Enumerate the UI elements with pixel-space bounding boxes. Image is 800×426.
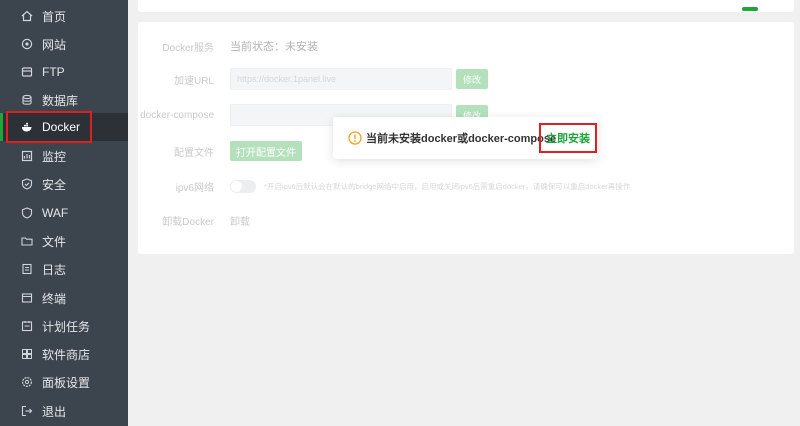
row-mirror-url: 加速URL https://docker.1panel.live 修改	[138, 67, 794, 91]
sidebar-item-home[interactable]: 首页	[0, 2, 128, 30]
sidebar-item-label: 监控	[42, 149, 67, 164]
docker-status-text: 当前状态：未安装	[230, 41, 318, 53]
sidebar-item-website[interactable]: 网站	[0, 30, 128, 58]
ipv6-toggle[interactable]	[230, 179, 256, 193]
uninstall-link[interactable]: 卸载	[230, 213, 250, 228]
ipv6-hint: *开启ipv6后默认会在默认的bridge网络中启用，启用或关闭ipv6后需重启…	[264, 181, 631, 191]
popup-message: 当前未安装docker或docker-compose	[366, 133, 557, 145]
sidebar-item-docker[interactable]: Docker	[0, 113, 128, 141]
sidebar-item-files[interactable]: 文件	[0, 227, 128, 255]
sidebar-item-label: 软件商店	[42, 347, 91, 362]
sidebar-item-label: FTP	[42, 65, 65, 79]
open-config-button[interactable]: 打开配置文件	[230, 141, 302, 161]
mirror-modify-button[interactable]: 修改	[456, 69, 489, 89]
sidebar-item-label: 首页	[42, 9, 67, 24]
sidebar-item-label: Docker	[42, 120, 81, 134]
schedule-icon	[20, 319, 34, 333]
row-uninstall: 卸载Docker 卸载	[138, 208, 794, 232]
row-docker-service: Docker服务 当前状态：未安装	[138, 34, 794, 58]
docker-icon	[20, 120, 34, 134]
logout-icon	[20, 404, 34, 418]
docker-service-label: Docker服务	[162, 42, 214, 54]
sidebar-item-label: 计划任务	[42, 319, 91, 334]
mirror-url-label: 加速URL	[173, 75, 214, 87]
warning-icon	[348, 131, 362, 145]
globe-icon	[20, 37, 34, 51]
sidebar-item-database[interactable]: 数据库	[0, 86, 128, 114]
compose-label: docker-compose	[140, 109, 214, 121]
sidebar: 首页 网站 FTP 数据库 Docker 监控 安全 WAF 文件 日志 终端 …	[0, 0, 128, 426]
folder-icon	[20, 234, 34, 248]
mirror-url-input[interactable]: https://docker.1panel.live	[230, 68, 452, 90]
sidebar-item-label: 日志	[42, 262, 67, 277]
sidebar-item-logs[interactable]: 日志	[0, 255, 128, 283]
green-indicator	[742, 7, 758, 11]
sidebar-item-label: 安全	[42, 177, 67, 192]
sidebar-item-cron[interactable]: 计划任务	[0, 312, 128, 340]
sidebar-item-monitor[interactable]: 监控	[0, 142, 128, 170]
settings-icon	[20, 375, 34, 389]
sidebar-item-label: 终端	[42, 291, 67, 306]
uninstall-label: 卸载Docker	[162, 216, 214, 228]
not-installed-popup: 当前未安装docker或docker-compose 立即安装	[333, 117, 597, 159]
sidebar-item-ftp[interactable]: FTP	[0, 58, 128, 86]
row-ipv6: ipv6网络 *开启ipv6后默认会在默认的bridge网络中启用，启用或关闭i…	[138, 174, 794, 198]
sidebar-item-logout[interactable]: 退出	[0, 397, 128, 425]
sidebar-item-store[interactable]: 软件商店	[0, 340, 128, 368]
sidebar-item-security[interactable]: 安全	[0, 170, 128, 198]
database-icon	[20, 93, 34, 107]
shield-icon	[20, 177, 34, 191]
config-file-label: 配置文件	[174, 147, 214, 159]
top-card	[138, 0, 794, 12]
sidebar-item-terminal[interactable]: 终端	[0, 284, 128, 312]
store-icon	[20, 347, 34, 361]
sidebar-item-label: 面板设置	[42, 375, 91, 390]
home-icon	[20, 9, 34, 23]
install-now-button[interactable]: 立即安装	[540, 124, 596, 152]
waf-icon	[20, 206, 34, 220]
sidebar-item-label: 退出	[42, 404, 67, 419]
log-icon	[20, 262, 34, 276]
sidebar-item-settings[interactable]: 面板设置	[0, 368, 128, 396]
sidebar-item-label: 数据库	[42, 93, 79, 108]
ipv6-label: ipv6网络	[175, 182, 214, 194]
sidebar-item-waf[interactable]: WAF	[0, 199, 128, 227]
ftp-icon	[20, 65, 34, 79]
monitor-icon	[20, 149, 34, 163]
sidebar-item-label: WAF	[42, 206, 69, 220]
sidebar-item-label: 网站	[42, 37, 67, 52]
sidebar-item-label: 文件	[42, 234, 67, 249]
terminal-icon	[20, 291, 34, 305]
